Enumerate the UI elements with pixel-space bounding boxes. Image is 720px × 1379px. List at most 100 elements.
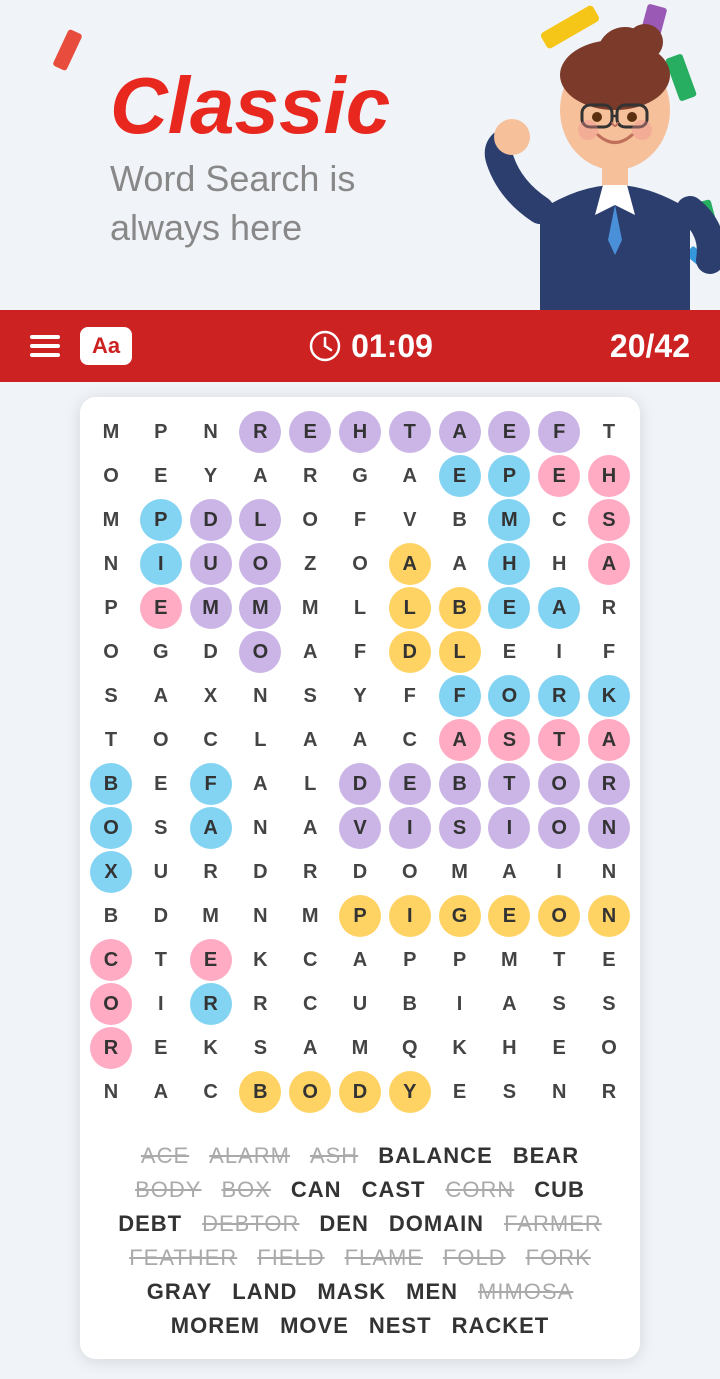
word-item-mimosa[interactable]: MIMOSA [478, 1279, 573, 1305]
word-item-domain[interactable]: DOMAIN [389, 1211, 484, 1237]
cell-5-10[interactable]: F [588, 631, 630, 673]
cell-2-5[interactable]: F [339, 499, 381, 541]
cell-10-10[interactable]: N [588, 851, 630, 893]
word-item-den[interactable]: DEN [319, 1211, 368, 1237]
word-item-mask[interactable]: MASK [317, 1279, 386, 1305]
cell-4-0[interactable]: P [90, 587, 132, 629]
cell-5-2[interactable]: D [190, 631, 232, 673]
cell-6-1[interactable]: A [140, 675, 182, 717]
cell-7-8[interactable]: S [488, 719, 530, 761]
word-item-morem[interactable]: MOREM [171, 1313, 260, 1339]
cell-13-7[interactable]: I [439, 983, 481, 1025]
cell-0-7[interactable]: A [439, 411, 481, 453]
cell-4-8[interactable]: E [488, 587, 530, 629]
cell-2-0[interactable]: M [90, 499, 132, 541]
cell-5-5[interactable]: F [339, 631, 381, 673]
cell-12-5[interactable]: A [339, 939, 381, 981]
cell-0-0[interactable]: M [90, 411, 132, 453]
cell-13-1[interactable]: I [140, 983, 182, 1025]
cell-1-2[interactable]: Y [190, 455, 232, 497]
cell-15-6[interactable]: Y [389, 1071, 431, 1113]
cell-6-9[interactable]: R [538, 675, 580, 717]
word-item-men[interactable]: MEN [406, 1279, 458, 1305]
cell-15-0[interactable]: N [90, 1071, 132, 1113]
cell-4-7[interactable]: B [439, 587, 481, 629]
cell-15-9[interactable]: N [538, 1071, 580, 1113]
word-item-feather[interactable]: FEATHER [129, 1245, 237, 1271]
word-item-land[interactable]: LAND [232, 1279, 297, 1305]
cell-11-0[interactable]: B [90, 895, 132, 937]
cell-6-2[interactable]: X [190, 675, 232, 717]
cell-3-6[interactable]: A [389, 543, 431, 585]
cell-9-1[interactable]: S [140, 807, 182, 849]
cell-8-7[interactable]: B [439, 763, 481, 805]
cell-11-2[interactable]: M [190, 895, 232, 937]
cell-9-7[interactable]: S [439, 807, 481, 849]
cell-4-3[interactable]: M [239, 587, 281, 629]
cell-12-10[interactable]: E [588, 939, 630, 981]
cell-9-10[interactable]: N [588, 807, 630, 849]
cell-0-3[interactable]: R [239, 411, 281, 453]
cell-2-9[interactable]: C [538, 499, 580, 541]
word-grid[interactable]: MPNREHTAEFTOEYARGAEPEHMPDLOFVBMCSNIUOZOA… [80, 397, 640, 1123]
word-item-nest[interactable]: NEST [369, 1313, 432, 1339]
cell-8-4[interactable]: L [289, 763, 331, 805]
word-item-ace[interactable]: ACE [141, 1143, 189, 1169]
cell-15-8[interactable]: S [488, 1071, 530, 1113]
cell-3-9[interactable]: H [538, 543, 580, 585]
cell-5-1[interactable]: G [140, 631, 182, 673]
cell-14-7[interactable]: K [439, 1027, 481, 1069]
cell-14-8[interactable]: H [488, 1027, 530, 1069]
cell-13-5[interactable]: U [339, 983, 381, 1025]
cell-12-0[interactable]: C [90, 939, 132, 981]
cell-14-4[interactable]: A [289, 1027, 331, 1069]
cell-5-0[interactable]: O [90, 631, 132, 673]
cell-0-5[interactable]: H [339, 411, 381, 453]
cell-1-9[interactable]: E [538, 455, 580, 497]
word-item-debt[interactable]: DEBT [118, 1211, 182, 1237]
cell-8-0[interactable]: B [90, 763, 132, 805]
cell-9-8[interactable]: I [488, 807, 530, 849]
cell-10-9[interactable]: I [538, 851, 580, 893]
cell-4-1[interactable]: E [140, 587, 182, 629]
cell-14-1[interactable]: E [140, 1027, 182, 1069]
cell-11-3[interactable]: N [239, 895, 281, 937]
cell-2-8[interactable]: M [488, 499, 530, 541]
cell-8-2[interactable]: F [190, 763, 232, 805]
cell-2-7[interactable]: B [439, 499, 481, 541]
cell-3-0[interactable]: N [90, 543, 132, 585]
cell-0-2[interactable]: N [190, 411, 232, 453]
cell-5-7[interactable]: L [439, 631, 481, 673]
cell-15-2[interactable]: C [190, 1071, 232, 1113]
cell-13-3[interactable]: R [239, 983, 281, 1025]
cell-14-10[interactable]: O [588, 1027, 630, 1069]
cell-14-6[interactable]: Q [389, 1027, 431, 1069]
cell-13-8[interactable]: A [488, 983, 530, 1025]
cell-10-0[interactable]: X [90, 851, 132, 893]
word-item-body[interactable]: BODY [135, 1177, 201, 1203]
cell-1-8[interactable]: P [488, 455, 530, 497]
cell-0-4[interactable]: E [289, 411, 331, 453]
cell-3-4[interactable]: Z [289, 543, 331, 585]
cell-11-1[interactable]: D [140, 895, 182, 937]
cell-6-7[interactable]: F [439, 675, 481, 717]
cell-7-10[interactable]: A [588, 719, 630, 761]
cell-13-10[interactable]: S [588, 983, 630, 1025]
cell-15-4[interactable]: O [289, 1071, 331, 1113]
cell-3-1[interactable]: I [140, 543, 182, 585]
cell-3-10[interactable]: A [588, 543, 630, 585]
cell-7-9[interactable]: T [538, 719, 580, 761]
cell-11-8[interactable]: E [488, 895, 530, 937]
cell-8-3[interactable]: A [239, 763, 281, 805]
cell-1-6[interactable]: A [389, 455, 431, 497]
word-item-debtor[interactable]: DEBTOR [202, 1211, 299, 1237]
word-item-fold[interactable]: FOLD [443, 1245, 506, 1271]
cell-6-6[interactable]: F [389, 675, 431, 717]
cell-14-0[interactable]: R [90, 1027, 132, 1069]
cell-13-0[interactable]: O [90, 983, 132, 1025]
cell-12-1[interactable]: T [140, 939, 182, 981]
cell-10-7[interactable]: M [439, 851, 481, 893]
cell-2-4[interactable]: O [289, 499, 331, 541]
cell-5-9[interactable]: I [538, 631, 580, 673]
cell-12-4[interactable]: C [289, 939, 331, 981]
